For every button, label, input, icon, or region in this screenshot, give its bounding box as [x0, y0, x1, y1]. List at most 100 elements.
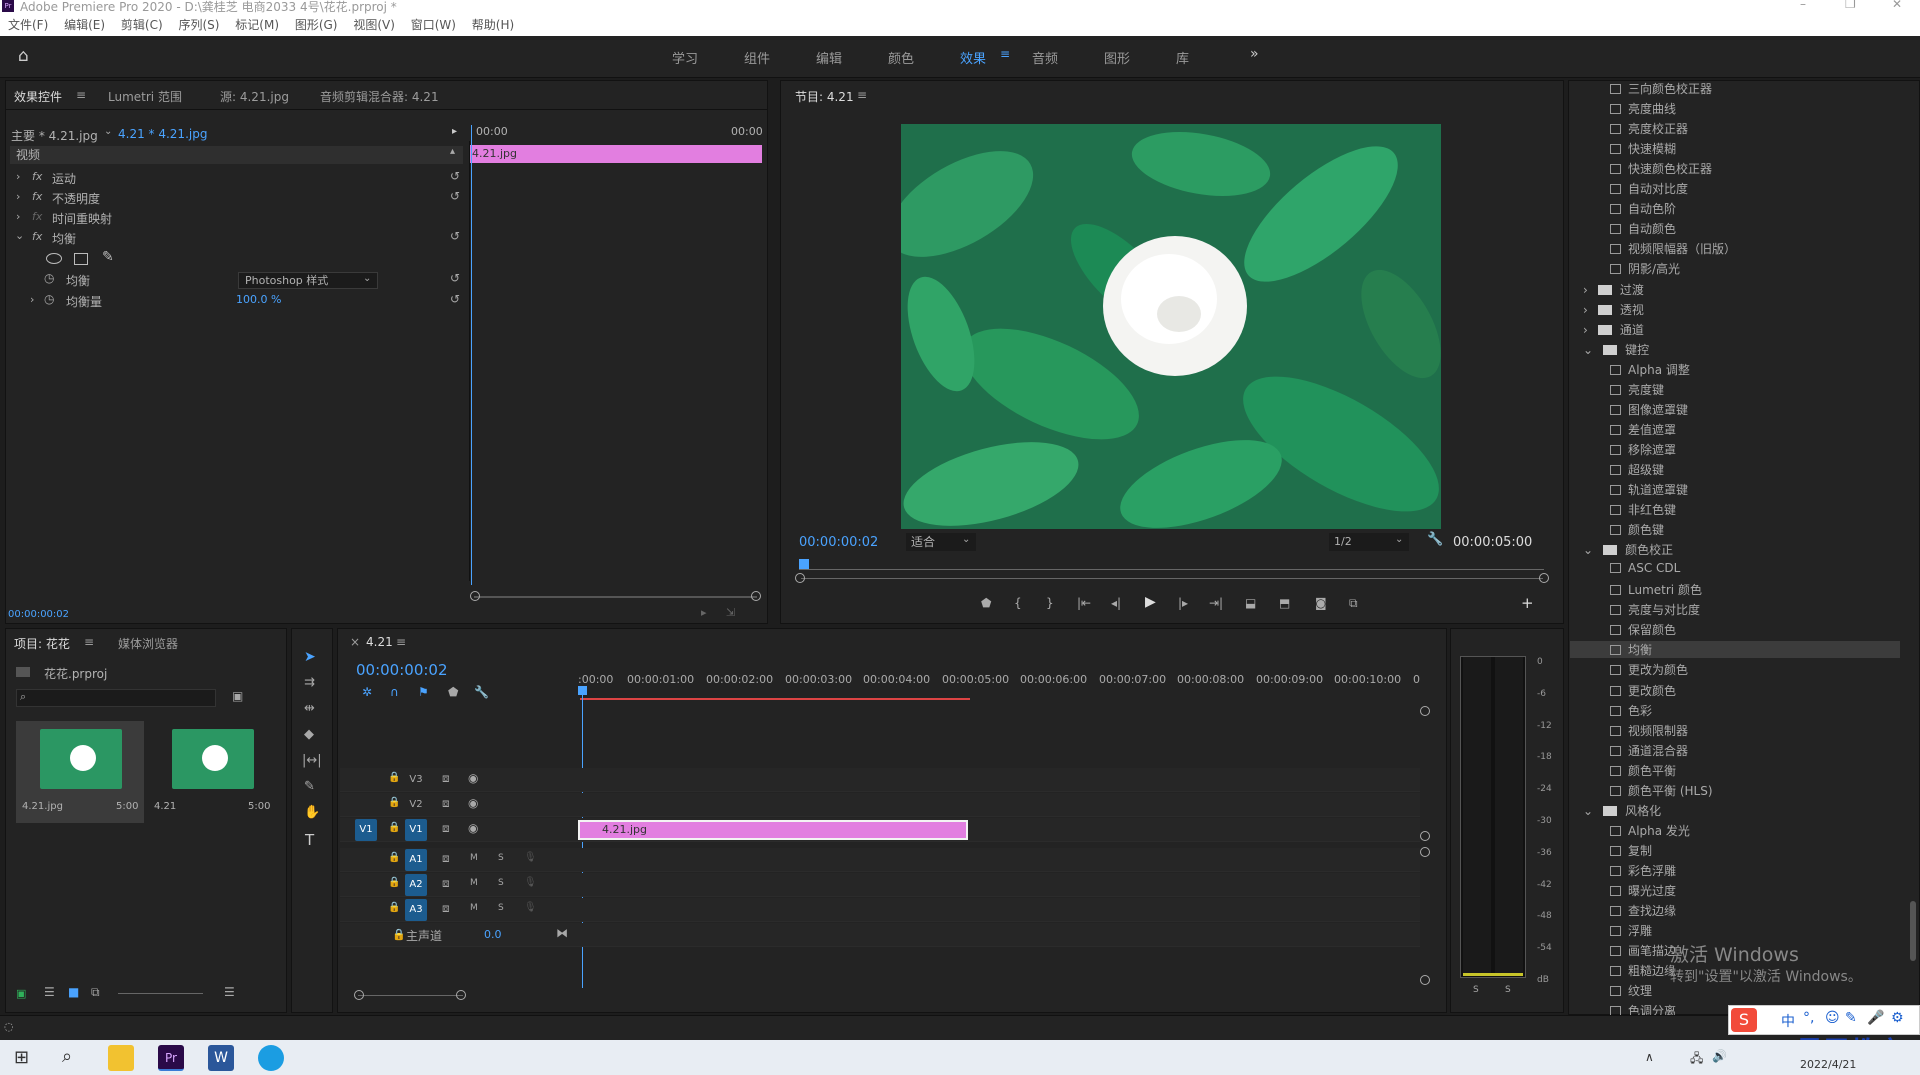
effect-item[interactable]: 通道混合器 — [1610, 742, 1688, 759]
chevron-icon[interactable]: ⌄ — [1583, 543, 1593, 557]
project-menu-icon[interactable]: ≡ — [84, 635, 94, 649]
timeline-hscroll[interactable] — [358, 995, 463, 996]
lift-icon[interactable]: ⬓ — [1245, 596, 1256, 610]
tab-source[interactable]: 源: 4.21.jpg — [220, 88, 289, 105]
resolution-dropdown[interactable]: 1/2 ⌄ — [1329, 533, 1409, 551]
project-search-input[interactable]: ⌕ — [16, 689, 216, 707]
project-item-thumb[interactable]: 4.21.jpg 5:00 — [16, 721, 144, 823]
audio-track-target[interactable]: A1 — [405, 849, 427, 871]
collapse-icon[interactable]: ⌄ — [15, 229, 24, 242]
video-track-row[interactable] — [340, 793, 1420, 817]
audio-track-target[interactable]: A2 — [405, 874, 427, 896]
solo-left-button[interactable]: S — [1473, 985, 1479, 995]
ec-scrollbar[interactable] — [474, 596, 757, 598]
workspace-color[interactable]: 颜色 — [888, 48, 914, 67]
icon-view-icon[interactable]: ■ — [68, 985, 79, 999]
home-icon[interactable]: ⌂ — [18, 46, 29, 66]
toggle-sync-lock-icon[interactable]: ⧈ — [442, 851, 450, 866]
scroll-handle-left[interactable] — [470, 591, 480, 601]
mute-button[interactable]: M — [470, 853, 478, 863]
stopwatch-icon[interactable]: ◷ — [44, 271, 54, 285]
close-icon[interactable]: ✕ — [1892, 0, 1902, 11]
effect-item[interactable]: 曝光过度 — [1610, 882, 1676, 899]
effect-item[interactable]: 视频限制器 — [1610, 722, 1688, 739]
toggle-sync-lock-icon[interactable]: ⧈ — [442, 796, 450, 811]
workspace-editing[interactable]: 编辑 — [816, 48, 842, 67]
extract-icon[interactable]: ⬒ — [1279, 596, 1290, 610]
project-item-sequence[interactable]: 4.21 5:00 — [148, 721, 276, 823]
export-frame-icon[interactable]: ⇲ — [726, 606, 735, 619]
new-bin-from-search-icon[interactable]: ▣ — [232, 689, 243, 703]
voice-over-record-icon[interactable]: 🎙 — [524, 902, 537, 913]
expand-icon[interactable]: › — [16, 210, 20, 223]
reset-icon[interactable]: ↺ — [450, 271, 460, 285]
mini-timeline-clip[interactable]: 4.21.jpg — [469, 145, 762, 163]
effect-row-time-remap[interactable]: › fx 时间重映射 — [10, 209, 470, 229]
tab-media-browser[interactable]: 媒体浏览器 — [118, 635, 178, 652]
mini-playhead[interactable] — [471, 125, 472, 585]
effect-item[interactable]: 纹理 — [1610, 982, 1652, 999]
step-back-icon[interactable]: ◂| — [1111, 596, 1121, 610]
timeline-playhead-head[interactable] — [578, 686, 587, 695]
step-forward-icon[interactable]: |▸ — [1178, 596, 1188, 610]
program-scroll-bar[interactable] — [801, 578, 1543, 579]
effect-item[interactable]: 颜色平衡 (HLS) — [1610, 782, 1713, 799]
ec-timecode[interactable]: 00:00:00:02 — [8, 609, 69, 620]
add-marker-icon[interactable]: ⬟ — [448, 685, 458, 699]
scroll-handle-right[interactable] — [456, 990, 466, 1000]
stopwatch-icon[interactable]: ◷ — [44, 292, 54, 306]
effect-item[interactable]: 移除遮罩 — [1610, 441, 1676, 458]
punctuation-icon[interactable]: °, — [1803, 1010, 1814, 1026]
expand-icon[interactable]: › — [16, 170, 20, 183]
solo-button[interactable]: S — [498, 903, 504, 913]
track-lock-icon[interactable]: 🔒 — [388, 877, 400, 888]
effect-item[interactable]: 更改颜色 — [1610, 682, 1676, 699]
scroll-up-icon[interactable]: ▴ — [450, 146, 455, 157]
hand-tool-icon[interactable]: ✋ — [304, 805, 320, 820]
effect-item[interactable]: 亮度与对比度 — [1610, 601, 1700, 618]
more-workspaces-icon[interactable]: » — [1250, 46, 1259, 62]
play-audio-icon[interactable]: ▸ — [701, 606, 707, 619]
effect-item[interactable]: 画笔描边 — [1610, 942, 1676, 959]
program-title[interactable]: 节目: 4.21 — [795, 88, 854, 105]
program-playhead-timecode[interactable]: 00:00:00:02 — [799, 535, 878, 550]
scroll-handle-left[interactable] — [354, 990, 364, 1000]
ripple-edit-tool-icon[interactable]: ⇹ — [304, 701, 315, 716]
play-icon[interactable]: ▶ — [1145, 594, 1156, 610]
sort-icon[interactable]: ☰ — [224, 985, 235, 999]
effect-item[interactable]: 轨道遮罩键 — [1610, 481, 1688, 498]
menu-file[interactable]: 文件(F) — [8, 18, 48, 32]
toggle-sync-lock-icon[interactable]: ⧈ — [442, 876, 450, 891]
comparison-view-icon[interactable]: ⧉ — [1349, 596, 1358, 611]
track-lock-icon[interactable]: 🔒 — [388, 822, 400, 833]
solo-button[interactable]: S — [498, 853, 504, 863]
pen-mask-icon[interactable]: ✎ — [102, 249, 114, 265]
program-time-ruler[interactable] — [799, 569, 1544, 570]
go-to-in-icon[interactable]: |⇤ — [1077, 596, 1091, 610]
effect-folder[interactable]: › 过渡 — [1583, 281, 1644, 298]
master-track-row[interactable] — [340, 923, 1420, 947]
search-icon[interactable]: ⌕ — [62, 1046, 72, 1067]
equalize-style-dropdown[interactable]: Photoshop 样式 ⌄ — [238, 272, 378, 289]
workspace-assembly[interactable]: 组件 — [744, 48, 770, 67]
effect-item[interactable]: 自动色阶 — [1610, 200, 1676, 217]
effect-item[interactable]: 超级键 — [1610, 461, 1664, 478]
export-frame-icon[interactable]: ◙ — [1315, 596, 1327, 610]
workspace-graphics[interactable]: 图形 — [1104, 48, 1130, 67]
workspace-effects[interactable]: 效果 — [960, 48, 986, 67]
track-lock-icon[interactable]: 🔒 — [388, 902, 400, 913]
selection-tool-icon[interactable]: ➤ — [304, 649, 316, 665]
effect-item[interactable]: 快速颜色校正器 — [1610, 160, 1712, 177]
track-target-button[interactable]: V3 — [405, 769, 427, 791]
add-marker-icon[interactable]: ⬟ — [981, 596, 991, 610]
effect-row-opacity[interactable]: › fx 不透明度 ↺ — [10, 189, 470, 209]
ime-language[interactable]: 中 — [1781, 1011, 1795, 1031]
effect-item[interactable]: 粗糙边缘 — [1610, 962, 1676, 979]
voice-icon[interactable]: 🎤 — [1867, 1010, 1884, 1026]
tab-project[interactable]: 项目: 花花 — [14, 635, 70, 652]
close-sequence-icon[interactable]: × — [350, 635, 360, 649]
effect-item[interactable]: 颜色键 — [1610, 521, 1664, 538]
mute-button[interactable]: M — [470, 903, 478, 913]
voice-over-record-icon[interactable]: 🎙 — [524, 852, 537, 863]
menu-help[interactable]: 帮助(H) — [472, 18, 514, 32]
